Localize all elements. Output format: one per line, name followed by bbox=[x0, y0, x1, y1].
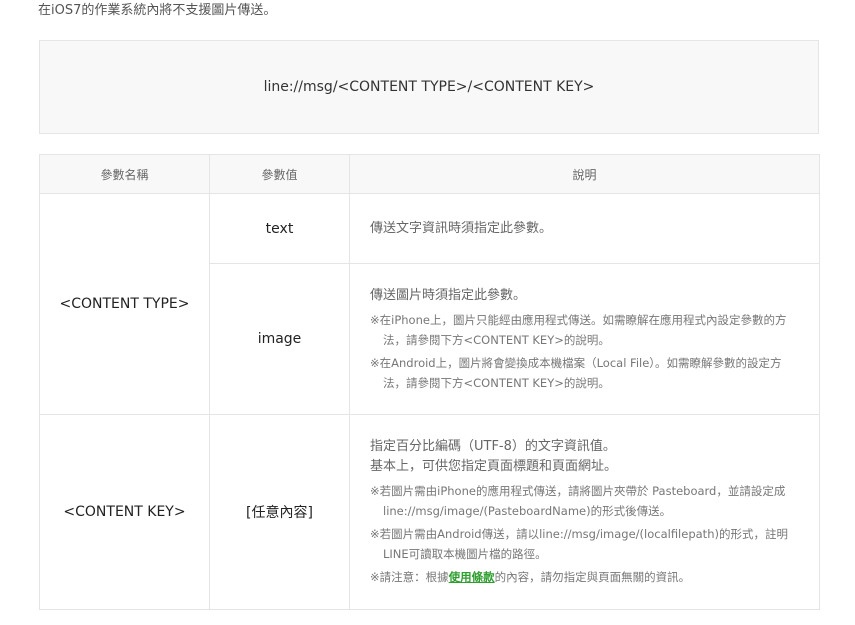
description-text: 傳送文字資訊時須指定此參數。 bbox=[349, 193, 820, 264]
param-name-content-key: <CONTENT KEY> bbox=[39, 414, 210, 610]
description-line: 指定百分比編碼（UTF-8）的文字資訊值。 bbox=[370, 439, 616, 454]
header-param-name: 參數名稱 bbox=[39, 154, 210, 194]
header-description: 說明 bbox=[349, 154, 820, 194]
param-name-content-type: <CONTENT TYPE> bbox=[39, 193, 210, 415]
param-value-any: [任意內容] bbox=[209, 414, 350, 610]
description-line: 傳送文字資訊時須指定此參數。 bbox=[370, 220, 553, 236]
description-line: 基本上，可供您指定頁面標題和頁面網址。 bbox=[370, 459, 618, 474]
url-scheme-text: line://msg/<CONTENT TYPE>/<CONTENT KEY> bbox=[263, 79, 595, 95]
param-value-text: text bbox=[209, 193, 350, 264]
note-android: ※在Android上，圖片將會變換成本機檔案（Local File）。如需瞭解參… bbox=[370, 355, 782, 390]
note-terms-suffix: 的內容，請勿指定與頁面無關的資訊。 bbox=[494, 570, 691, 584]
header-param-value: 參數值 bbox=[209, 154, 350, 194]
param-value-image: image bbox=[209, 263, 350, 415]
description-content-key: 指定百分比編碼（UTF-8）的文字資訊值。 基本上，可供您指定頁面標題和頁面網址… bbox=[349, 414, 820, 610]
url-scheme-box: line://msg/<CONTENT TYPE>/<CONTENT KEY> bbox=[39, 40, 819, 134]
parameter-table: 參數名稱 參數值 說明 <CONTENT TYPE> text 傳送文字資訊時須… bbox=[39, 154, 820, 610]
terms-of-use-link[interactable]: 使用條款 bbox=[449, 570, 495, 584]
table-header-row: 參數名稱 參數值 說明 bbox=[39, 154, 820, 194]
intro-text: 在iOS7的作業系統內將不支援圖片傳送。 bbox=[38, 3, 277, 18]
note-terms-prefix: ※請注意：根據 bbox=[370, 570, 449, 584]
note-terms: ※請注意：根據使用條款的內容，請勿指定與頁面無關的資訊。 bbox=[370, 567, 799, 587]
note-iphone: ※在iPhone上，圖片只能經由應用程式傳送。如需瞭解在應用程式內設定參數的方法… bbox=[370, 312, 787, 347]
description-image: 傳送圖片時須指定此參數。 ※在iPhone上，圖片只能經由應用程式傳送。如需瞭解… bbox=[349, 263, 820, 415]
table-row: <CONTENT TYPE> text 傳送文字資訊時須指定此參數。 bbox=[39, 193, 820, 415]
description-line: 傳送圖片時須指定此參數。 bbox=[370, 287, 527, 303]
note-iphone-pasteboard: ※若圖片需由iPhone的應用程式傳送，請將圖片夾帶於 Pasteboard，並… bbox=[370, 484, 786, 518]
note-android-path: ※若圖片需由Android傳送，請以line://msg/image/(loca… bbox=[370, 527, 788, 561]
table-row: <CONTENT KEY> [任意內容] 指定百分比編碼（UTF-8）的文字資訊… bbox=[39, 414, 820, 610]
